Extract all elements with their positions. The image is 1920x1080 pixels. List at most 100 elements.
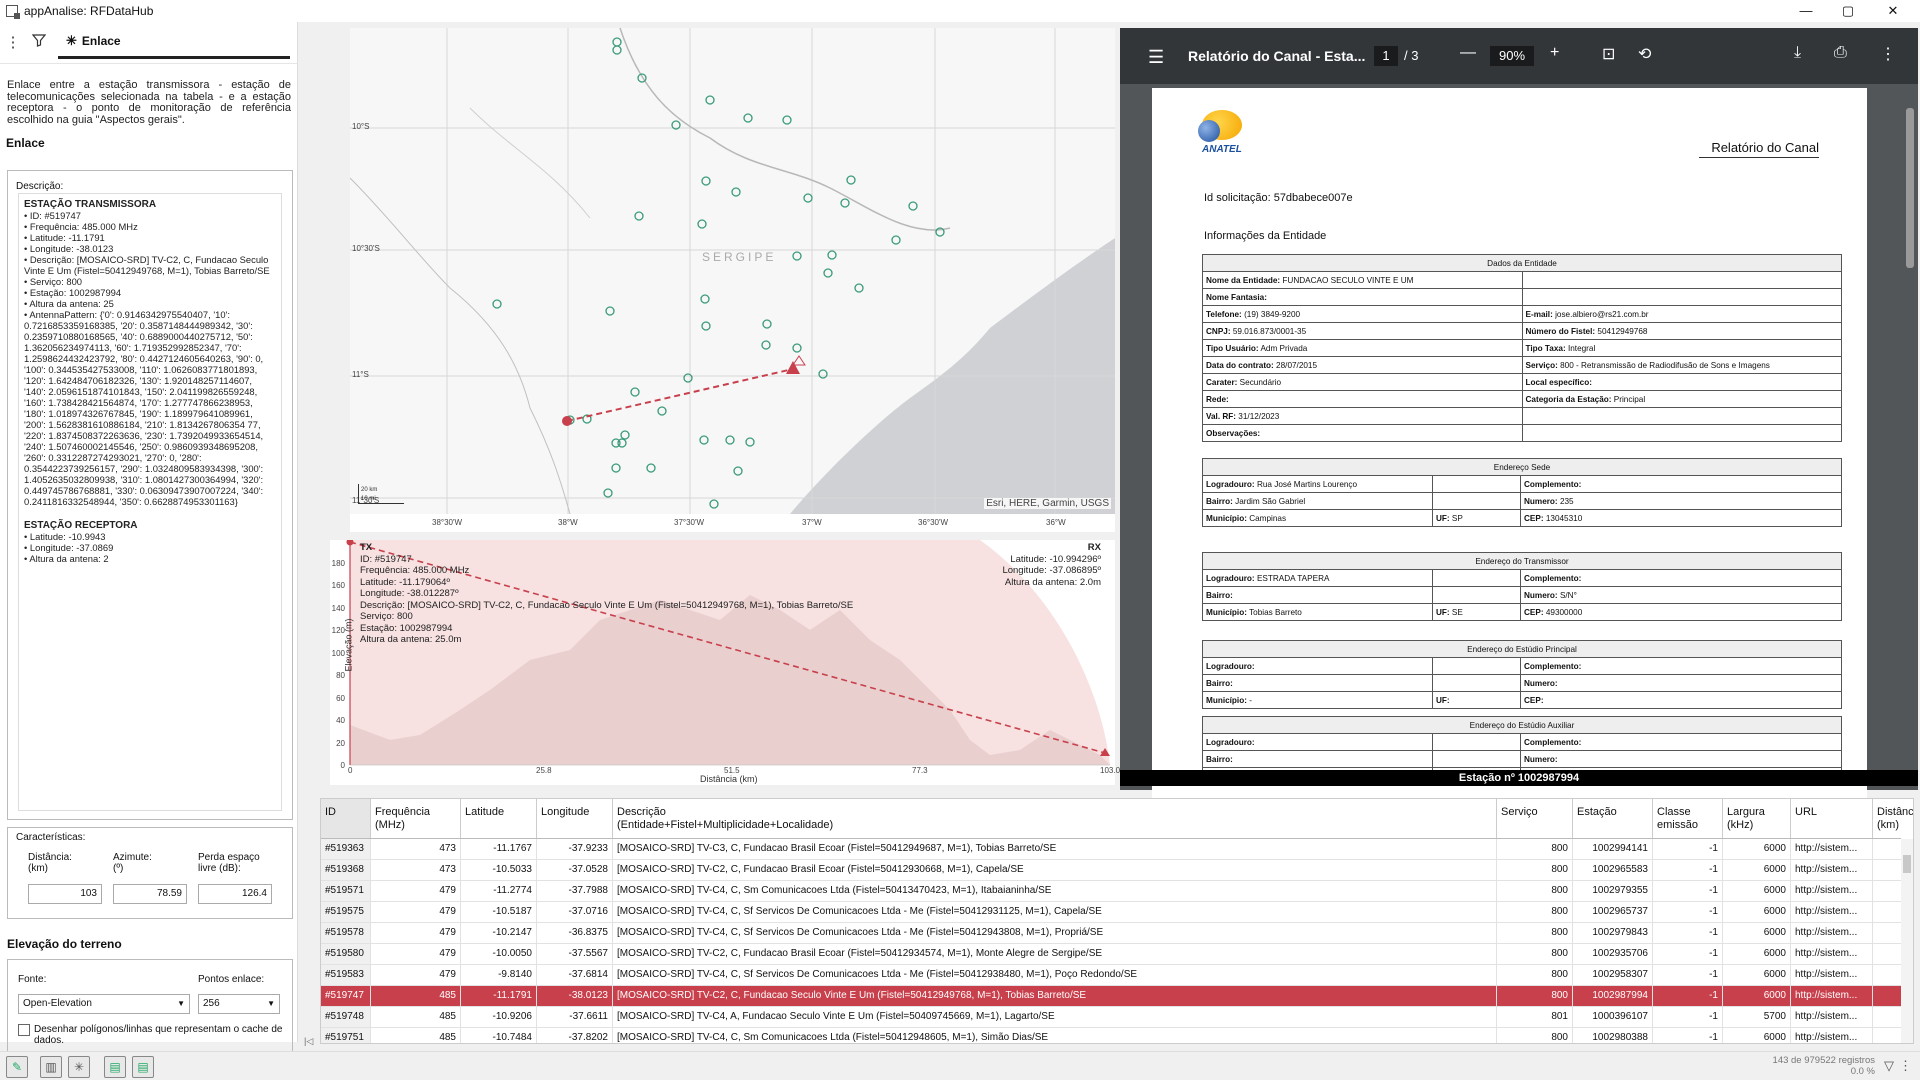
table-row[interactable]: #519748 485 -10.9206 -37.6611 [MOSAICO-SRD] … xyxy=(321,1007,1901,1028)
table-row[interactable]: #519575 479 -10.5187 -37.0716 [MOSAICO-SRD] … xyxy=(321,902,1901,923)
print-icon[interactable]: ⎙ xyxy=(1834,44,1847,62)
table-cell: 1002980388 xyxy=(1573,1028,1653,1043)
table-row[interactable]: #519571 479 -11.2774 -37.7988 [MOSAICO-SRD] … xyxy=(321,881,1901,902)
minimize-button[interactable]: — xyxy=(1783,0,1829,22)
table-cell: 479 xyxy=(371,965,461,985)
table-cell: -10.5187 xyxy=(461,902,537,922)
table-cell: [MOSAICO-SRD] TV-C4, C, Sm Comunicacoes … xyxy=(613,1028,1497,1043)
table-heading: Endereço do Transmissor xyxy=(1202,552,1842,570)
table-row[interactable]: #519580 479 -10.0050 -37.5567 [MOSAICO-SRD] … xyxy=(321,944,1901,965)
points-select[interactable]: 256 xyxy=(198,994,280,1014)
table-cell: -1 xyxy=(1653,1007,1723,1027)
filter-icon[interactable]: ▽ xyxy=(1884,1058,1894,1074)
table-cell: -37.9233 xyxy=(537,839,613,859)
table-cell: -1 xyxy=(1653,860,1723,880)
table-cell: 801 xyxy=(1497,1007,1573,1027)
table-cell: #519580 xyxy=(321,944,371,964)
profile-ytick: 160 xyxy=(331,581,345,590)
export-excel-icon[interactable]: ▤ xyxy=(104,1056,126,1078)
table-cell: 1002994141 xyxy=(1573,839,1653,859)
tx-info: TX ID: #519747 Frequência: 485.000 MHz Lat… xyxy=(360,542,854,645)
column-header[interactable]: Longitude xyxy=(537,799,613,838)
menu-icon[interactable]: ☰ xyxy=(1148,47,1164,68)
table-cell: http://sistem... xyxy=(1791,923,1873,943)
entity-info-title: Informações da Entidade xyxy=(1204,230,1327,242)
table-cell: Complemento: xyxy=(1520,657,1842,675)
table-cell: Logradouro: ESTRADA TAPERA xyxy=(1202,569,1433,587)
more-vert-icon[interactable]: ⋮ xyxy=(1880,44,1896,64)
column-header[interactable]: Descrição (Entidade+Fistel+Multiplicidad… xyxy=(613,799,1497,838)
table-row[interactable]: #519583 479 -9.8140 -37.6814 [MOSAICO-SRD] T… xyxy=(321,965,1901,986)
maximize-button[interactable]: ▢ xyxy=(1825,0,1871,22)
table-scrollbar[interactable] xyxy=(1901,839,1913,1043)
edit-icon[interactable]: ✎ xyxy=(6,1056,28,1078)
table-cell: Bairro: Jardim São Gabriel xyxy=(1202,492,1433,510)
table-row[interactable]: #519578 479 -10.2147 -36.8375 [MOSAICO-SRD] … xyxy=(321,923,1901,944)
rotate-icon[interactable]: ⟲ xyxy=(1638,44,1651,64)
info-line: ID: #519747 xyxy=(360,553,412,565)
zoom-input[interactable]: 90% xyxy=(1490,46,1534,66)
rx-info: RX Latitude: -10.994296º Longitude: -37.0… xyxy=(1002,542,1101,588)
export-file-icon[interactable]: ▤ xyxy=(132,1056,154,1078)
table-cell: UF: SE xyxy=(1432,603,1521,621)
table-cell: 5700 xyxy=(1723,1007,1791,1027)
column-header[interactable]: Distância (km) xyxy=(1873,799,1913,838)
table-cell: #519578 xyxy=(321,923,371,943)
tx-title: ESTAÇÃO TRANSMISSORA xyxy=(24,199,157,210)
pdf-scrollbar[interactable] xyxy=(1904,88,1916,788)
path-loss-field[interactable]: 126.4 xyxy=(198,884,272,904)
more-vert-icon[interactable]: ⋮ xyxy=(0,30,26,56)
table-cell: -37.8202 xyxy=(537,1028,613,1043)
table-cell: 1002958307 xyxy=(1573,965,1653,985)
splitter[interactable]: |◁ xyxy=(300,22,320,1050)
link-icon[interactable]: ✳ xyxy=(68,1056,90,1078)
source-select[interactable]: Open-Elevation xyxy=(18,994,190,1014)
doc-title: Relatório do Canal xyxy=(1699,140,1819,158)
tab-enlace[interactable]: ✳ Enlace xyxy=(58,27,290,59)
chart-icon[interactable]: ▥ xyxy=(40,1056,62,1078)
column-header[interactable]: Classe emissão xyxy=(1653,799,1723,838)
table-cell: Nome da Entidade: FUNDACAO SECULO VINTE … xyxy=(1202,271,1523,289)
download-icon[interactable]: ⤓ xyxy=(1794,44,1801,62)
info-line: Descrição: [MOSAICO-SRD] TV-C2, C, Funda… xyxy=(360,599,854,611)
table-row[interactable]: #519363 473 -11.1767 -37.9233 [MOSAICO-SRD] … xyxy=(321,839,1901,860)
table-cell: 479 xyxy=(371,881,461,901)
table-row[interactable]: #519747 485 -11.1791 -38.0123 [MOSAICO-SRD] … xyxy=(321,986,1901,1007)
table-cell xyxy=(1521,407,1842,425)
collapse-icon[interactable]: |◁ xyxy=(304,1036,313,1047)
table-cell: Complemento: xyxy=(1520,569,1842,587)
filter-icon[interactable] xyxy=(26,30,52,56)
table-cell: 1002965583 xyxy=(1573,860,1653,880)
station-table: ID Frequência (MHz) Latitude Longitude Descr… xyxy=(320,798,1914,1044)
azimuth-field[interactable]: 78.59 xyxy=(113,884,187,904)
cache-checkbox[interactable] xyxy=(18,1024,30,1036)
fit-page-icon[interactable]: ⊡ xyxy=(1602,44,1615,64)
map-lon-axis: 38°30'W 38°W 37°30'W 37°W 36°30'W 36°W xyxy=(350,514,1115,532)
table-cell: 6000 xyxy=(1723,1028,1791,1043)
map-view[interactable]: 10°S 10°30'S 11°S 11°30'S SERGIPE Esri, … xyxy=(350,28,1115,514)
table-cell: [MOSAICO-SRD] TV-C4, C, Sf Servicos De C… xyxy=(613,965,1497,985)
column-header[interactable]: Latitude xyxy=(461,799,537,838)
page-input[interactable]: 1 xyxy=(1374,46,1398,66)
description-textarea[interactable]: ESTAÇÃO TRANSMISSORA • ID: #519747 • Freq… xyxy=(18,193,282,811)
distance-field[interactable]: 103 xyxy=(28,884,102,904)
table-cell: 800 xyxy=(1497,902,1573,922)
column-header[interactable]: Estação xyxy=(1573,799,1653,838)
table-row[interactable]: #519751 485 -10.7484 -37.8202 [MOSAICO-SRD] … xyxy=(321,1028,1901,1043)
column-header[interactable]: Serviço xyxy=(1497,799,1573,838)
table-row[interactable]: #519368 473 -10.5033 -37.0528 [MOSAICO-SRD] … xyxy=(321,860,1901,881)
table-cell: -1 xyxy=(1653,965,1723,985)
more-vert-icon[interactable]: ⋮ xyxy=(1899,1058,1912,1074)
link-icon: ✳ xyxy=(66,33,77,48)
zoom-in-icon[interactable]: + xyxy=(1550,44,1559,62)
column-header[interactable]: Largura (kHz) xyxy=(1723,799,1791,838)
table-cell xyxy=(1521,271,1842,289)
zoom-out-icon[interactable]: — xyxy=(1460,44,1476,62)
column-header[interactable]: Frequência (MHz) xyxy=(371,799,461,838)
column-header[interactable]: ID xyxy=(321,799,371,838)
column-header[interactable]: URL xyxy=(1791,799,1873,838)
elevation-profile[interactable]: Elevação (m) Distância (km) 0 20 40 60 80 100… xyxy=(330,538,1120,785)
close-button[interactable]: ✕ xyxy=(1870,0,1916,22)
cache-checkbox-row[interactable]: Desenhar polígonos/linhas que representa… xyxy=(18,1024,292,1046)
table-cell: Bairro: xyxy=(1202,586,1433,604)
